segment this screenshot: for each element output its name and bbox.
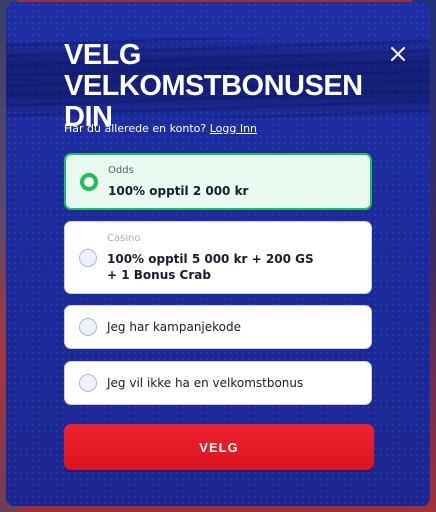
option-offer-casino-line2: + 1 Bonus Crab (107, 268, 211, 282)
radio-casino[interactable] (79, 249, 97, 267)
option-offer-casino-line1: 100% opptil 5 000 kr + 200 GS (107, 252, 314, 266)
velg-button[interactable]: VELG (64, 424, 374, 470)
radio-odds[interactable] (80, 173, 98, 191)
option-category-casino: Casino (107, 233, 141, 244)
option-label-campaign-code: Jeg har kampanjekode (107, 320, 241, 334)
welcome-bonus-modal: VELG VELKOMSTBONUSEN DIN Har du allerede… (6, 2, 430, 506)
bonus-option-no-bonus[interactable]: Jeg vil ikke ha en velkomstbonus (64, 361, 372, 405)
close-icon[interactable] (386, 42, 410, 66)
login-link[interactable]: Logg Inn (210, 122, 257, 135)
bonus-option-odds[interactable]: Odds 100% opptil 2 000 kr (64, 153, 372, 210)
option-category-odds: Odds (108, 165, 134, 176)
option-offer-odds: 100% opptil 2 000 kr (108, 184, 249, 198)
login-prompt: Har du allerede en konto? (64, 122, 207, 135)
radio-no-bonus[interactable] (79, 374, 97, 392)
modal-title: VELG VELKOMSTBONUSEN DIN (64, 39, 363, 133)
login-row: Har du allerede en konto? Logg Inn (64, 122, 257, 135)
radio-campaign-code[interactable] (79, 318, 97, 336)
bonus-option-campaign-code[interactable]: Jeg har kampanjekode (64, 305, 372, 349)
bonus-option-casino[interactable]: Casino 100% opptil 5 000 kr + 200 GS + 1… (64, 221, 372, 294)
option-label-no-bonus: Jeg vil ikke ha en velkomstbonus (107, 376, 304, 390)
